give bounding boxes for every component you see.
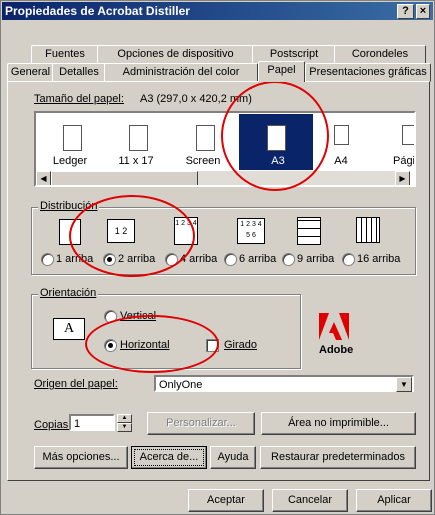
help-title-button[interactable]: ? — [397, 4, 414, 19]
paper-list-scrollbar[interactable]: ◀ ▶ — [36, 171, 410, 185]
scroll-right-icon[interactable]: ▶ — [395, 171, 410, 185]
cancel-button[interactable]: Cancelar — [272, 489, 348, 512]
copies-down-icon[interactable]: ▼ — [117, 423, 132, 432]
page-icon — [334, 125, 349, 145]
paper-item-label: Pági — [392, 155, 416, 167]
scroll-left-icon[interactable]: ◀ — [36, 171, 51, 185]
paper-source-label: Origen del papel: — [34, 378, 118, 390]
copies-value: 1 — [74, 418, 81, 430]
radio-6-arriba[interactable] — [224, 253, 237, 266]
paper-item-label: 11 x 17 — [118, 155, 154, 167]
orientation-preview-icon: A — [53, 318, 85, 340]
adobe-logo-icon — [319, 313, 349, 340]
radio-9-arriba[interactable] — [282, 253, 295, 266]
close-title-button[interactable]: × — [416, 4, 430, 19]
paper-item-label: Ledger — [52, 155, 88, 167]
tab-administracion-color[interactable]: Administración del color — [104, 63, 258, 82]
label-girado: Girado — [224, 339, 258, 351]
copies-up-icon[interactable]: ▲ — [117, 414, 132, 423]
adobe-brand: Adobe — [319, 344, 354, 356]
radio-16-arriba[interactable] — [342, 253, 355, 266]
page-icon — [63, 125, 82, 151]
label-6-arriba: 6 arriba — [239, 253, 277, 265]
label-16-arriba: 16 arriba — [357, 253, 401, 265]
ok-button[interactable]: Aceptar — [188, 489, 264, 512]
paper-item-label: Screen — [185, 155, 221, 167]
page-icon — [402, 125, 414, 145]
page-icon — [196, 125, 215, 151]
paper-source-value: OnlyOne — [159, 379, 203, 391]
tab-row-front: General Detalles Administración del colo… — [7, 61, 431, 82]
annotation-circle-a3 — [221, 81, 329, 191]
restore-defaults-button[interactable]: Restaurar predeterminados — [260, 446, 416, 469]
tab-papel[interactable]: Papel — [258, 61, 305, 82]
printable-area-button[interactable]: Área no imprimible... — [261, 412, 416, 435]
scroll-thumb[interactable] — [51, 171, 198, 185]
copies-label: Copias: — [34, 419, 72, 431]
tab-fuentes[interactable]: Fuentes — [31, 45, 99, 64]
paper-size-label: Tamaño del papel: — [34, 93, 124, 105]
properties-window: Propiedades de Acrobat Distiller ? × Fue… — [0, 0, 435, 515]
annotation-circle-horizontal — [85, 315, 219, 373]
more-options-button[interactable]: Más opciones... — [34, 446, 128, 469]
label-9-arriba: 9 arriba — [297, 253, 335, 265]
tab-corondeles[interactable]: Corondeles — [334, 45, 426, 64]
help-button[interactable]: Ayuda — [210, 446, 256, 469]
annotation-circle-2up — [69, 195, 195, 277]
layout-9up-icon — [297, 217, 321, 245]
customize-button[interactable]: Personalizar... — [147, 412, 255, 435]
tab-presentaciones-graficas[interactable]: Presentaciones gráficas — [305, 63, 431, 82]
orientation-title: Orientación — [38, 287, 99, 299]
about-button[interactable]: Acerca de... — [131, 446, 207, 469]
tab-general[interactable]: General — [7, 63, 54, 82]
apply-button[interactable]: Aplicar — [356, 489, 432, 512]
page-icon — [129, 125, 148, 151]
tab-detalles[interactable]: Detalles — [52, 63, 106, 82]
chevron-down-icon[interactable]: ▼ — [396, 377, 412, 392]
layout-6up-icon: 1 2 3 4 5 6 — [237, 218, 265, 244]
window-title: Propiedades de Acrobat Distiller — [5, 4, 190, 18]
radio-1-arriba[interactable] — [41, 253, 54, 266]
title-bar: Propiedades de Acrobat Distiller ? × — [2, 2, 433, 20]
layout-16up-icon — [356, 217, 380, 243]
tab-opciones-dispositivo[interactable]: Opciones de dispositivo — [97, 45, 254, 64]
copies-input[interactable]: 1 — [69, 414, 115, 431]
tab-row-back: Fuentes Opciones de dispositivo Postscri… — [7, 45, 428, 64]
paper-source-select[interactable]: OnlyOne — [154, 375, 414, 392]
